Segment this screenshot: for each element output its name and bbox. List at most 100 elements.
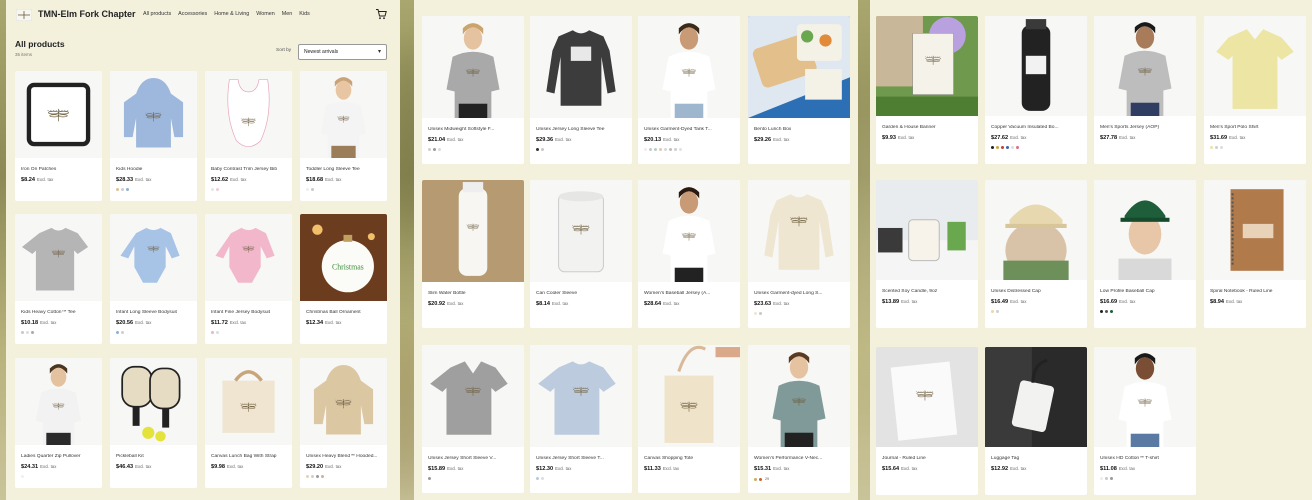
product-image[interactable] [985, 347, 1087, 447]
product-image[interactable] [530, 180, 632, 282]
product-image[interactable] [876, 16, 978, 116]
product-image[interactable] [1094, 16, 1196, 116]
product-image[interactable] [876, 347, 978, 447]
product-name[interactable]: Copper Vacuum Insulated Bo... [991, 125, 1081, 130]
store-name[interactable]: TMN-Elm Fork Chapter [38, 9, 136, 19]
color-swatch[interactable] [216, 188, 219, 191]
color-swatch[interactable] [211, 331, 214, 334]
product-name[interactable]: Unisex Garment-dyed Long S... [754, 291, 844, 296]
product-name[interactable]: Bento Lunch Box [754, 127, 844, 132]
store-logo[interactable] [16, 9, 32, 21]
color-swatch[interactable] [659, 148, 662, 151]
color-swatch[interactable] [996, 310, 999, 313]
color-swatch[interactable] [1110, 310, 1113, 313]
product-name[interactable]: Infant Fine Jersey Bodysuit [211, 310, 288, 315]
color-swatch[interactable] [541, 148, 544, 151]
product-name[interactable]: Kids Hoodie [116, 167, 193, 172]
product-card[interactable]: Pickleball Kit $46.43 Excl. tax [110, 358, 197, 488]
product-image[interactable] [748, 345, 850, 447]
product-image[interactable] [15, 358, 102, 445]
product-image[interactable] [15, 71, 102, 158]
color-swatch[interactable] [1006, 146, 1009, 149]
product-card[interactable]: Women's Baseball Jersey (A... $28.64 Excl.… [638, 180, 740, 328]
product-name[interactable]: Spiral Notebook - Ruled Line [1210, 289, 1300, 294]
product-name[interactable]: Infant Long Sleeve Bodysuit [116, 310, 193, 315]
product-card[interactable]: Canvas Lunch Bag With Strap $9.98 Excl. ta… [205, 358, 292, 488]
color-swatch[interactable] [121, 188, 124, 191]
color-swatch[interactable] [1105, 310, 1108, 313]
color-swatch[interactable] [438, 148, 441, 151]
product-card[interactable]: Spiral Notebook - Ruled Line $8.94 Excl. t… [1204, 180, 1306, 328]
product-image[interactable] [638, 16, 740, 118]
product-card[interactable]: Can Cooler Sleeve $8.14 Excl. tax [530, 180, 632, 328]
product-card[interactable]: Men's Sport Polo Shirt $31.69 Excl. tax [1204, 16, 1306, 164]
product-image[interactable] [110, 358, 197, 445]
product-name[interactable]: Christmas Ball Ornament [306, 310, 383, 315]
product-image[interactable] [15, 214, 102, 301]
product-card[interactable]: Men's Sports Jersey (AOP) $27.78 Excl. tax [1094, 16, 1196, 164]
color-swatch[interactable] [211, 188, 214, 191]
product-image[interactable] [1094, 180, 1196, 280]
product-name[interactable]: Scented Soy Candle, 9oz [882, 289, 972, 294]
color-swatch[interactable] [759, 312, 762, 315]
color-swatch[interactable] [1210, 146, 1213, 149]
color-swatch[interactable] [679, 148, 682, 151]
product-card[interactable]: Journal - Ruled Line $15.64 Excl. tax [876, 347, 978, 495]
product-card[interactable]: Unisex Distressed Cap $16.49 Excl. tax [985, 180, 1087, 328]
product-name[interactable]: Slim Water Bottle [428, 291, 518, 296]
product-name[interactable]: Unisex Jersey Short Sleeve V... [428, 456, 518, 461]
color-swatch[interactable] [311, 188, 314, 191]
color-swatch[interactable] [649, 148, 652, 151]
product-card[interactable]: Low Profile Baseball Cap $16.69 Excl. tax [1094, 180, 1196, 328]
product-card[interactable]: Unisex Jersey Short Sleeve T... $12.30 Exc… [530, 345, 632, 493]
product-card[interactable]: Kids Heavy Cotton™ Tee $10.18 Excl. tax [15, 214, 102, 344]
product-card[interactable]: Garden & House Banner $9.93 Excl. tax [876, 16, 978, 164]
color-swatch[interactable] [674, 148, 677, 151]
nav-home-living[interactable]: Home & Living [214, 11, 249, 17]
product-name[interactable]: Men's Sports Jersey (AOP) [1100, 125, 1190, 130]
product-name[interactable]: Baby Contrast Trim Jersey Bib [211, 167, 288, 172]
color-swatch[interactable] [1016, 146, 1019, 149]
product-image[interactable] [638, 180, 740, 282]
product-name[interactable]: Journal - Ruled Line [882, 456, 972, 461]
product-card[interactable]: Christmas Christmas Ball Ornament $12.34 Ex… [300, 214, 387, 344]
product-card[interactable]: Canvas Shopping Tote $11.33 Excl. tax [638, 345, 740, 493]
product-name[interactable]: Luggage Tag [991, 456, 1081, 461]
nav-all-products[interactable]: All products [143, 11, 171, 17]
color-swatch[interactable] [1100, 310, 1103, 313]
product-name[interactable]: Canvas Lunch Bag With Strap [211, 454, 288, 459]
product-card[interactable]: Unisex Jersey Long Sleeve Tee $29.36 Excl.… [530, 16, 632, 164]
product-card[interactable]: Unisex HD Cotton™ T-shirt $11.08 Excl. tax [1094, 347, 1196, 495]
product-image[interactable] [205, 214, 292, 301]
product-card[interactable]: Luggage Tag $12.92 Excl. tax [985, 347, 1087, 495]
color-swatch[interactable] [26, 331, 29, 334]
product-image[interactable] [1094, 347, 1196, 447]
product-name[interactable]: Toddler Long Sleeve Tee [306, 167, 383, 172]
color-swatch[interactable] [321, 475, 324, 478]
color-swatch[interactable] [654, 148, 657, 151]
product-image[interactable] [876, 180, 978, 280]
product-card[interactable]: Toddler Long Sleeve Tee $18.68 Excl. tax [300, 71, 387, 201]
product-image[interactable] [748, 180, 850, 282]
product-name[interactable]: Women's Performance V-Nec... [754, 456, 844, 461]
color-swatch[interactable] [669, 148, 672, 151]
product-name[interactable]: Unisex HD Cotton™ T-shirt [1100, 456, 1190, 461]
product-name[interactable]: Garden & House Banner [882, 125, 972, 130]
color-swatch[interactable] [433, 148, 436, 151]
product-card[interactable]: Iron On Patches $8.24 Excl. tax [15, 71, 102, 201]
color-swatch[interactable] [216, 331, 219, 334]
product-name[interactable]: Iron On Patches [21, 167, 98, 172]
color-swatch[interactable] [991, 146, 994, 149]
product-name[interactable]: Ladies Quarter Zip Pullover [21, 454, 98, 459]
color-swatch[interactable] [1001, 146, 1004, 149]
color-swatch[interactable] [1105, 477, 1108, 480]
product-card[interactable]: Unisex Garment-dyed Long S... $23.63 Excl.… [748, 180, 850, 328]
sort-select[interactable]: Newest arrivals ▾ [298, 44, 387, 60]
product-name[interactable]: Kids Heavy Cotton™ Tee [21, 310, 98, 315]
nav-accessories[interactable]: Accessories [178, 11, 207, 17]
product-image[interactable] [422, 180, 524, 282]
color-swatch[interactable] [1100, 477, 1103, 480]
color-swatch[interactable] [21, 475, 24, 478]
color-swatch[interactable] [1220, 146, 1223, 149]
color-swatch[interactable] [759, 477, 762, 481]
